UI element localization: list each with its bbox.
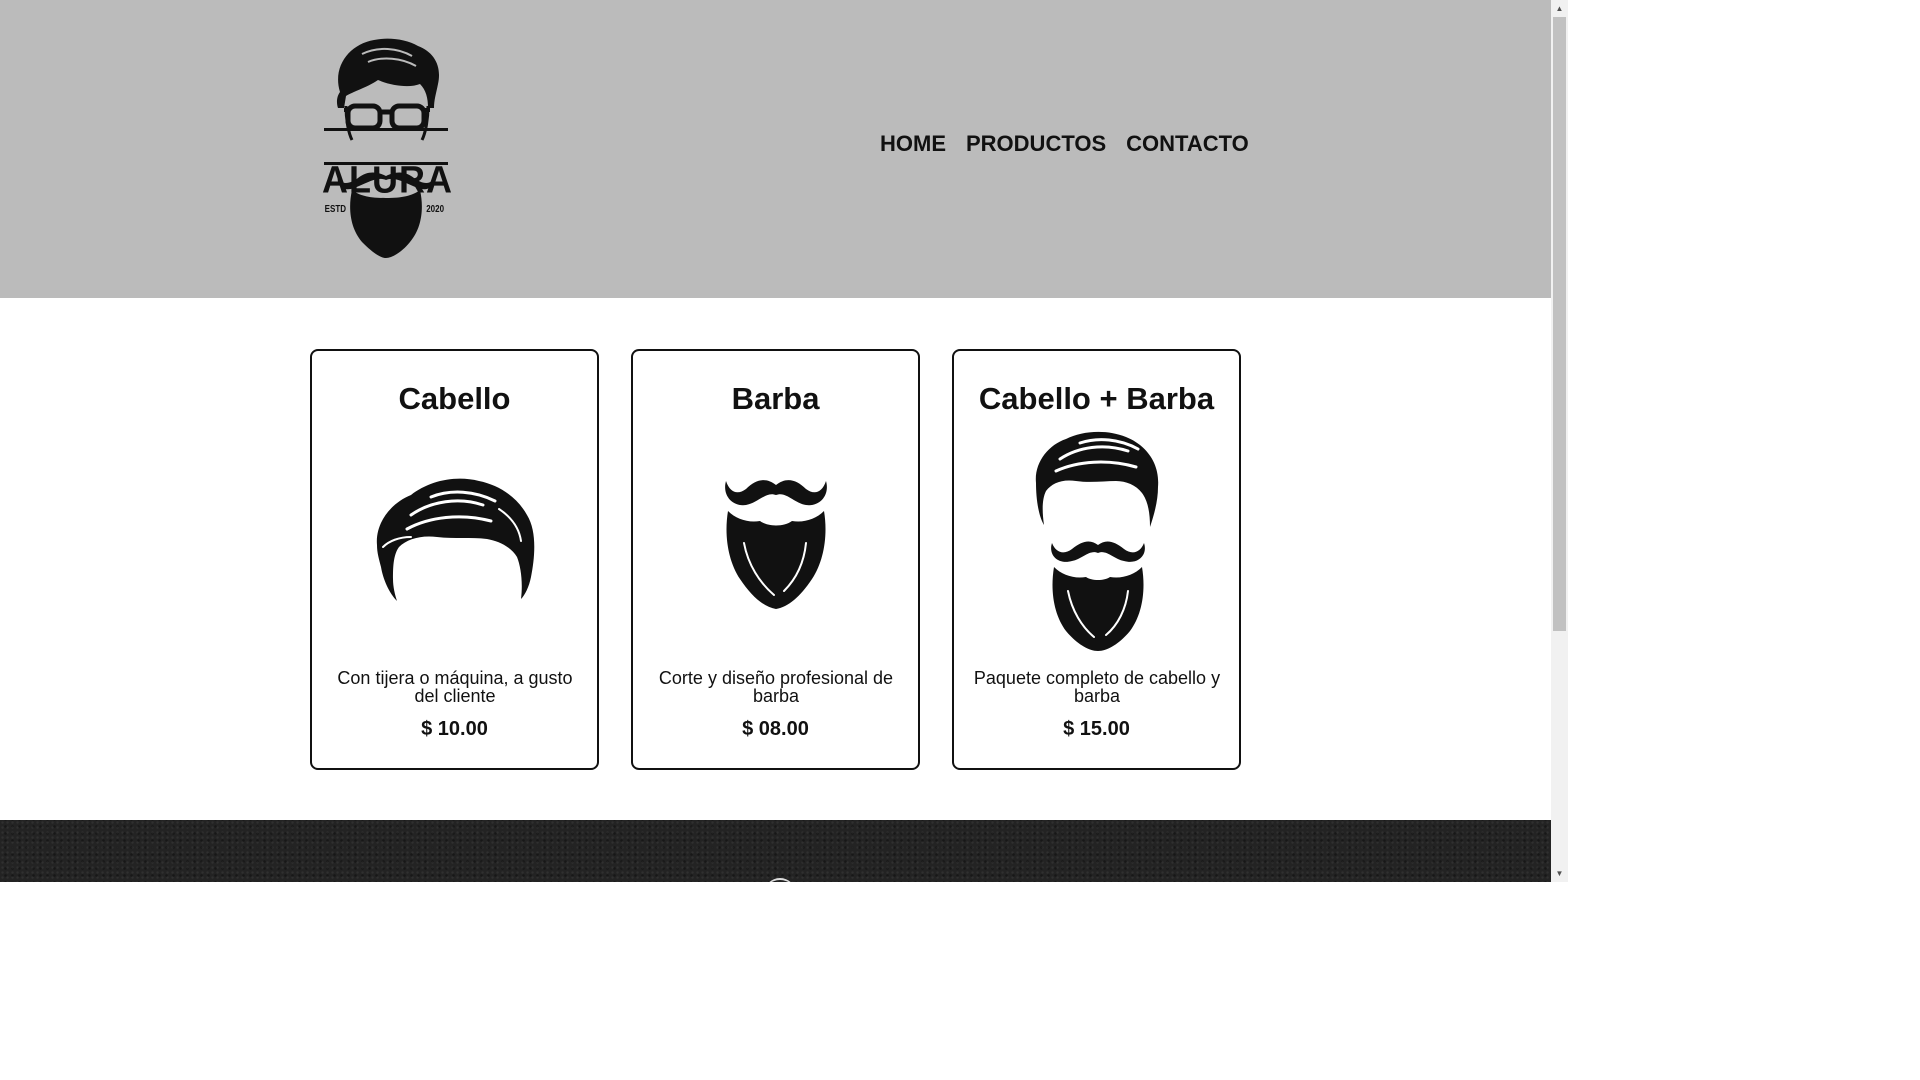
product-description: Con tijera o máquina, a gusto del client… xyxy=(337,668,573,706)
product-card-barba[interactable]: Barba Corte y diseño profesional de barb… xyxy=(631,349,920,770)
logo-brand-text: ALURA xyxy=(322,157,453,201)
scrollbar-thumb[interactable] xyxy=(1553,17,1566,631)
product-card-cabello[interactable]: Cabello Con tijera o máquina, a gusto de… xyxy=(310,349,599,770)
product-price: $ 10.00 xyxy=(421,718,488,740)
nav-contacto-link[interactable]: CONTACTO xyxy=(1126,128,1249,160)
logo-estd-text: ESTD xyxy=(324,204,347,215)
footer-logo-icon xyxy=(764,878,796,882)
site-footer xyxy=(0,820,1551,882)
hair-and-beard-icon xyxy=(954,431,1239,653)
product-title: Cabello + Barba xyxy=(978,381,1215,416)
scroll-down-arrow-icon[interactable]: ▼ xyxy=(1551,865,1568,882)
product-title: Barba xyxy=(731,381,820,416)
alura-logo[interactable]: ALURA ESTD 2020 xyxy=(322,36,453,260)
main-nav: HOME PRODUCTOS CONTACTO xyxy=(880,128,1249,160)
product-description: Paquete completo de cabello y barba xyxy=(973,668,1221,706)
site-header: ALURA ESTD 2020 HOME PRODUCTOS CONTACTO xyxy=(0,0,1551,298)
logo-year-text: 2020 xyxy=(426,204,445,215)
product-title: Cabello xyxy=(398,381,511,416)
product-description: Corte y diseño profesional de barba xyxy=(658,668,894,706)
beard-icon xyxy=(633,471,918,611)
nav-productos-link[interactable]: PRODUCTOS xyxy=(966,128,1106,160)
nav-home-link[interactable]: HOME xyxy=(880,128,946,160)
scroll-up-arrow-icon[interactable]: ▲ xyxy=(1551,0,1568,17)
product-price: $ 15.00 xyxy=(1063,718,1130,740)
hair-icon xyxy=(312,475,597,607)
product-card-cabello-barba[interactable]: Cabello + Barba Paquete completo de cabe… xyxy=(952,349,1241,770)
vertical-scrollbar[interactable]: ▲ ▼ xyxy=(1551,0,1568,882)
barber-face-icon xyxy=(324,38,448,258)
product-price: $ 08.00 xyxy=(742,718,809,740)
page: ALURA ESTD 2020 HOME PRODUCTOS CONTACTO … xyxy=(0,0,1568,882)
